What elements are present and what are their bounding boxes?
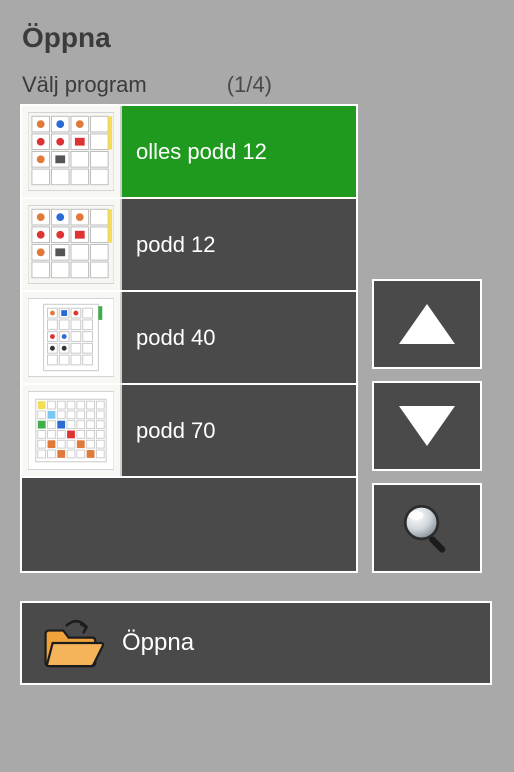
program-thumbnail-icon (22, 106, 122, 197)
dialog-title: Öppna (22, 22, 494, 54)
list-item-label: olles podd 12 (122, 139, 356, 165)
search-button[interactable] (372, 483, 482, 573)
list-item[interactable]: podd 40 (22, 292, 356, 385)
list-item-label: podd 12 (122, 232, 356, 258)
side-controls (372, 104, 482, 573)
open-dialog: Öppna Välj program (1/4) (0, 0, 514, 772)
folder-open-icon (42, 617, 106, 669)
open-button-label: Öppna (122, 629, 194, 657)
program-list: olles podd 12 (20, 104, 358, 573)
list-item-label: podd 70 (122, 418, 356, 444)
subheader: Välj program (1/4) (22, 72, 494, 98)
list-item[interactable]: podd 12 (22, 199, 356, 292)
page-counter: (1/4) (227, 72, 272, 98)
list-item-label: podd 40 (122, 325, 356, 351)
program-thumbnail-icon (22, 385, 122, 476)
triangle-down-icon (399, 406, 455, 446)
program-thumbnail-icon (22, 292, 122, 383)
program-thumbnail-icon (22, 199, 122, 290)
list-item[interactable]: podd 70 (22, 385, 356, 478)
triangle-up-icon (399, 304, 455, 344)
list-item[interactable]: olles podd 12 (22, 106, 356, 199)
open-button[interactable]: Öppna (20, 601, 492, 685)
choose-program-label: Välj program (22, 72, 147, 98)
list-item-empty (22, 478, 356, 571)
scroll-up-button[interactable] (372, 279, 482, 369)
scroll-down-button[interactable] (372, 381, 482, 471)
magnifier-icon (398, 499, 456, 557)
